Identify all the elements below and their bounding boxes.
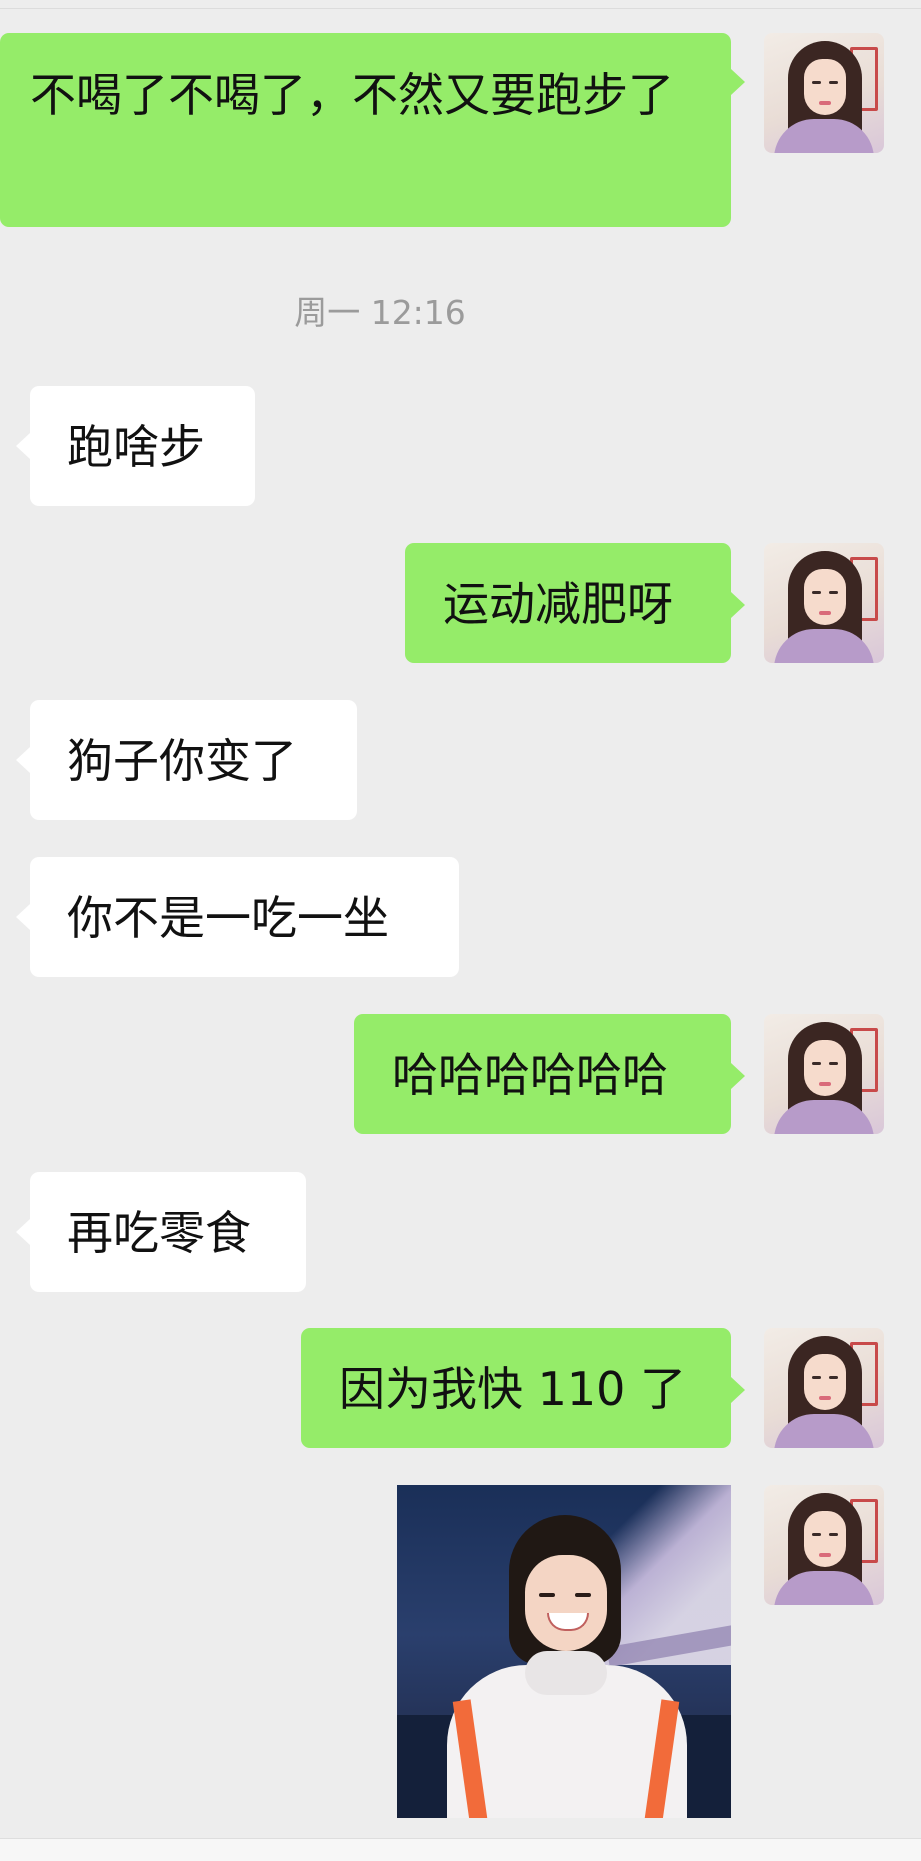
- message-text: 跑啥步: [67, 420, 205, 474]
- message-text: 狗子你变了: [67, 734, 297, 788]
- bottom-bar: [0, 1838, 921, 1861]
- outgoing-message-bubble[interactable]: 因为我快 110 了: [301, 1328, 745, 1448]
- top-divider: [0, 8, 921, 9]
- message-text: 哈哈哈哈哈哈: [392, 1048, 668, 1102]
- my-avatar[interactable]: [764, 1328, 884, 1448]
- smiling-woman-sticker[interactable]: [397, 1485, 731, 1818]
- message-text: 运动减肥呀: [443, 577, 673, 631]
- message-text: 再吃零食: [67, 1206, 251, 1260]
- chat-timestamp: 周一 12:16: [294, 293, 466, 332]
- message-text: 因为我快 110 了: [339, 1362, 687, 1416]
- my-avatar[interactable]: [764, 1485, 884, 1605]
- outgoing-message-bubble[interactable]: 运动减肥呀: [405, 543, 745, 663]
- my-avatar[interactable]: [764, 1014, 884, 1134]
- incoming-message-bubble[interactable]: 再吃零食: [16, 1172, 306, 1292]
- outgoing-message-bubble[interactable]: 哈哈哈哈哈哈: [354, 1014, 745, 1134]
- message-text: 你不是一吃一坐: [67, 891, 389, 945]
- message-text: 不喝了不喝了，不然又要跑步了: [30, 68, 674, 122]
- incoming-message-bubble[interactable]: 你不是一吃一坐: [16, 857, 459, 977]
- my-avatar[interactable]: [764, 543, 884, 663]
- incoming-message-bubble[interactable]: 跑啥步: [16, 386, 255, 506]
- incoming-message-bubble[interactable]: 狗子你变了: [16, 700, 357, 820]
- my-avatar[interactable]: [764, 33, 884, 153]
- outgoing-message-bubble[interactable]: 不喝了不喝了，不然又要跑步了: [0, 33, 745, 227]
